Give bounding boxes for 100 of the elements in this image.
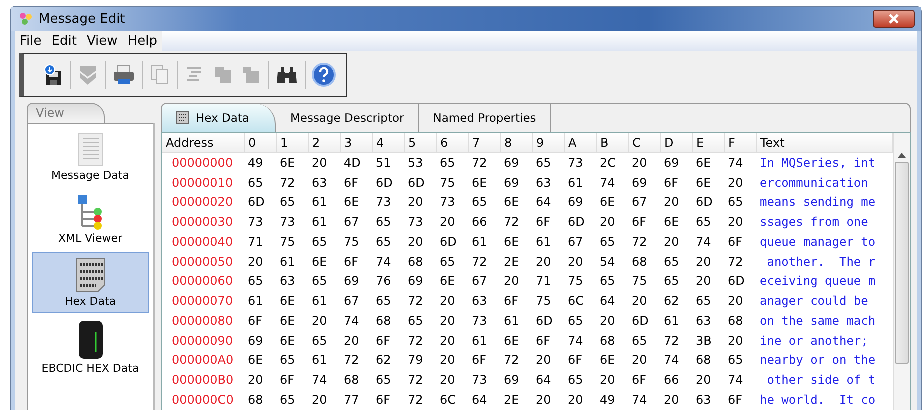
hex-cell-text: 66 bbox=[471, 214, 488, 232]
hex-cell-text: 67 bbox=[343, 214, 360, 232]
hex-cell-text: 6E bbox=[503, 194, 520, 212]
column-header[interactable]: 7 bbox=[468, 133, 500, 152]
binoculars-icon[interactable] bbox=[275, 64, 299, 86]
hex-cell-text: 6E bbox=[599, 352, 616, 370]
hex-cell-text: 6F bbox=[535, 332, 552, 350]
column-header[interactable]: 2 bbox=[308, 133, 340, 152]
hex-cell-text: 65 bbox=[695, 293, 712, 310]
address-cell-text: 00000090 bbox=[171, 332, 234, 350]
column-header[interactable]: 8 bbox=[500, 133, 532, 152]
hex-cell-text: 73 bbox=[279, 214, 296, 232]
hex-cell-text: 61 bbox=[311, 214, 328, 232]
hex-cell-text: 6E bbox=[343, 194, 360, 212]
hex-cell-text: 61 bbox=[471, 332, 488, 350]
hex-cell-text: 20 bbox=[407, 194, 424, 212]
column-header[interactable]: 6 bbox=[436, 133, 468, 152]
column-header[interactable]: 9 bbox=[532, 133, 564, 152]
column-header[interactable]: Address bbox=[162, 133, 244, 152]
text-cell-text: another. The r bbox=[766, 254, 877, 271]
view-item[interactable]: XML Viewer bbox=[32, 189, 149, 250]
view-item[interactable]: EBCDIC HEX Data bbox=[32, 315, 149, 380]
hex-cell-text: 6D bbox=[375, 174, 394, 192]
hex-cell-text: 74 bbox=[311, 372, 328, 390]
hex-cell-text: 65 bbox=[695, 214, 712, 232]
hex-cell-text: 68 bbox=[631, 254, 648, 271]
column-header[interactable]: Text bbox=[756, 133, 892, 152]
text-cell-text: queue manager to bbox=[759, 234, 877, 251]
hex-cell-text: 74 bbox=[663, 352, 680, 370]
hex-cell-text: 20 bbox=[343, 332, 360, 350]
column-header[interactable]: 5 bbox=[404, 133, 436, 152]
tab[interactable]: Hex Data bbox=[162, 104, 276, 132]
hex-cell-text: 6E bbox=[503, 332, 520, 350]
column-header[interactable]: 1 bbox=[276, 133, 308, 152]
menu-item[interactable]: Edit bbox=[46, 31, 82, 51]
save-icon[interactable] bbox=[42, 64, 64, 86]
column-header[interactable]: A bbox=[564, 133, 596, 152]
hex-cell-text: 74 bbox=[599, 174, 616, 192]
printer-icon[interactable] bbox=[112, 64, 136, 86]
hex-cell-text: 67 bbox=[343, 293, 360, 310]
hex-cell-text: 65 bbox=[311, 234, 328, 251]
hex-cell-text: 61 bbox=[567, 174, 584, 192]
hex-cell-text: 6F bbox=[247, 312, 264, 330]
hex-cell-text: 63 bbox=[695, 312, 712, 330]
column-header[interactable]: B bbox=[596, 133, 628, 152]
hex-cell-text: 61 bbox=[471, 234, 488, 251]
hex-cell-text: 6E bbox=[471, 174, 488, 192]
hex-cell-text: 20 bbox=[727, 332, 744, 350]
hex-cell-text: 6E bbox=[279, 293, 296, 310]
scroll-up-icon[interactable] bbox=[898, 153, 906, 158]
menu-item[interactable]: File bbox=[15, 31, 47, 51]
hex-cell-text: 6E bbox=[599, 194, 616, 212]
help-icon[interactable] bbox=[312, 63, 336, 87]
hex-cell-text: 69 bbox=[631, 174, 648, 192]
column-header[interactable]: F bbox=[724, 133, 756, 152]
address-cell-text: 00000030 bbox=[171, 214, 234, 232]
column-header[interactable]: 4 bbox=[372, 133, 404, 152]
column-header[interactable]: 3 bbox=[340, 133, 372, 152]
hex-cell-text: 20 bbox=[631, 352, 648, 370]
hex-cell-text: 67 bbox=[471, 273, 488, 290]
hex-cell-text: 72 bbox=[471, 254, 488, 271]
column-header[interactable]: D bbox=[660, 133, 692, 152]
scrollbar-thumb[interactable] bbox=[895, 162, 909, 364]
window-title: Message Edit bbox=[39, 12, 126, 26]
column-header[interactable]: 0 bbox=[244, 133, 276, 152]
hex-cell-text: 67 bbox=[567, 234, 584, 251]
hex-cell-text: 6D bbox=[439, 234, 458, 251]
hex-cell-text: 68 bbox=[599, 332, 616, 350]
view-item[interactable]: Hex Data bbox=[32, 252, 149, 313]
hex-cell: 65 bbox=[532, 152, 564, 173]
hex-cell-text: 72 bbox=[727, 254, 744, 271]
menu-item[interactable]: Help bbox=[122, 31, 162, 51]
hex-cell-text: 64 bbox=[535, 194, 552, 212]
hex-cell-text: 61 bbox=[503, 312, 520, 330]
hex-cell-text: 69 bbox=[503, 174, 520, 192]
hex-cell-text: 65 bbox=[311, 273, 328, 290]
hex-cell-text: 6F bbox=[471, 352, 488, 370]
close-button[interactable] bbox=[873, 10, 915, 28]
hex-cell-text: 65 bbox=[279, 352, 296, 370]
view-tab[interactable]: View bbox=[27, 103, 105, 124]
view-item[interactable]: Message Data bbox=[32, 128, 149, 187]
text-cell-text: other side of t bbox=[766, 372, 877, 390]
hex-cell-text: 74 bbox=[631, 392, 648, 410]
hex-cell-text: 72 bbox=[407, 332, 424, 350]
address-cell-text: 00000040 bbox=[171, 234, 234, 251]
hex-cell-text: 65 bbox=[279, 194, 296, 212]
column-header[interactable]: E bbox=[692, 133, 724, 152]
menu-item[interactable]: View bbox=[82, 31, 123, 51]
hex-cell-text: 65 bbox=[375, 234, 392, 251]
hex-cell: 2C bbox=[596, 152, 628, 173]
column-header[interactable]: C bbox=[628, 133, 660, 152]
hex-cell-text: 65 bbox=[375, 372, 392, 390]
hex-cell-text: 6F bbox=[375, 332, 392, 350]
hex-cell-text: 63 bbox=[695, 392, 712, 410]
hex-cell-text: 73 bbox=[471, 312, 488, 330]
hex-cell: 72 bbox=[468, 152, 500, 173]
hex-cell-text: 6F bbox=[375, 392, 392, 410]
hex-cell-text: 75 bbox=[535, 293, 552, 310]
hex-cell-text: 6E bbox=[663, 214, 680, 232]
hex-cell-text: 72 bbox=[663, 332, 680, 350]
